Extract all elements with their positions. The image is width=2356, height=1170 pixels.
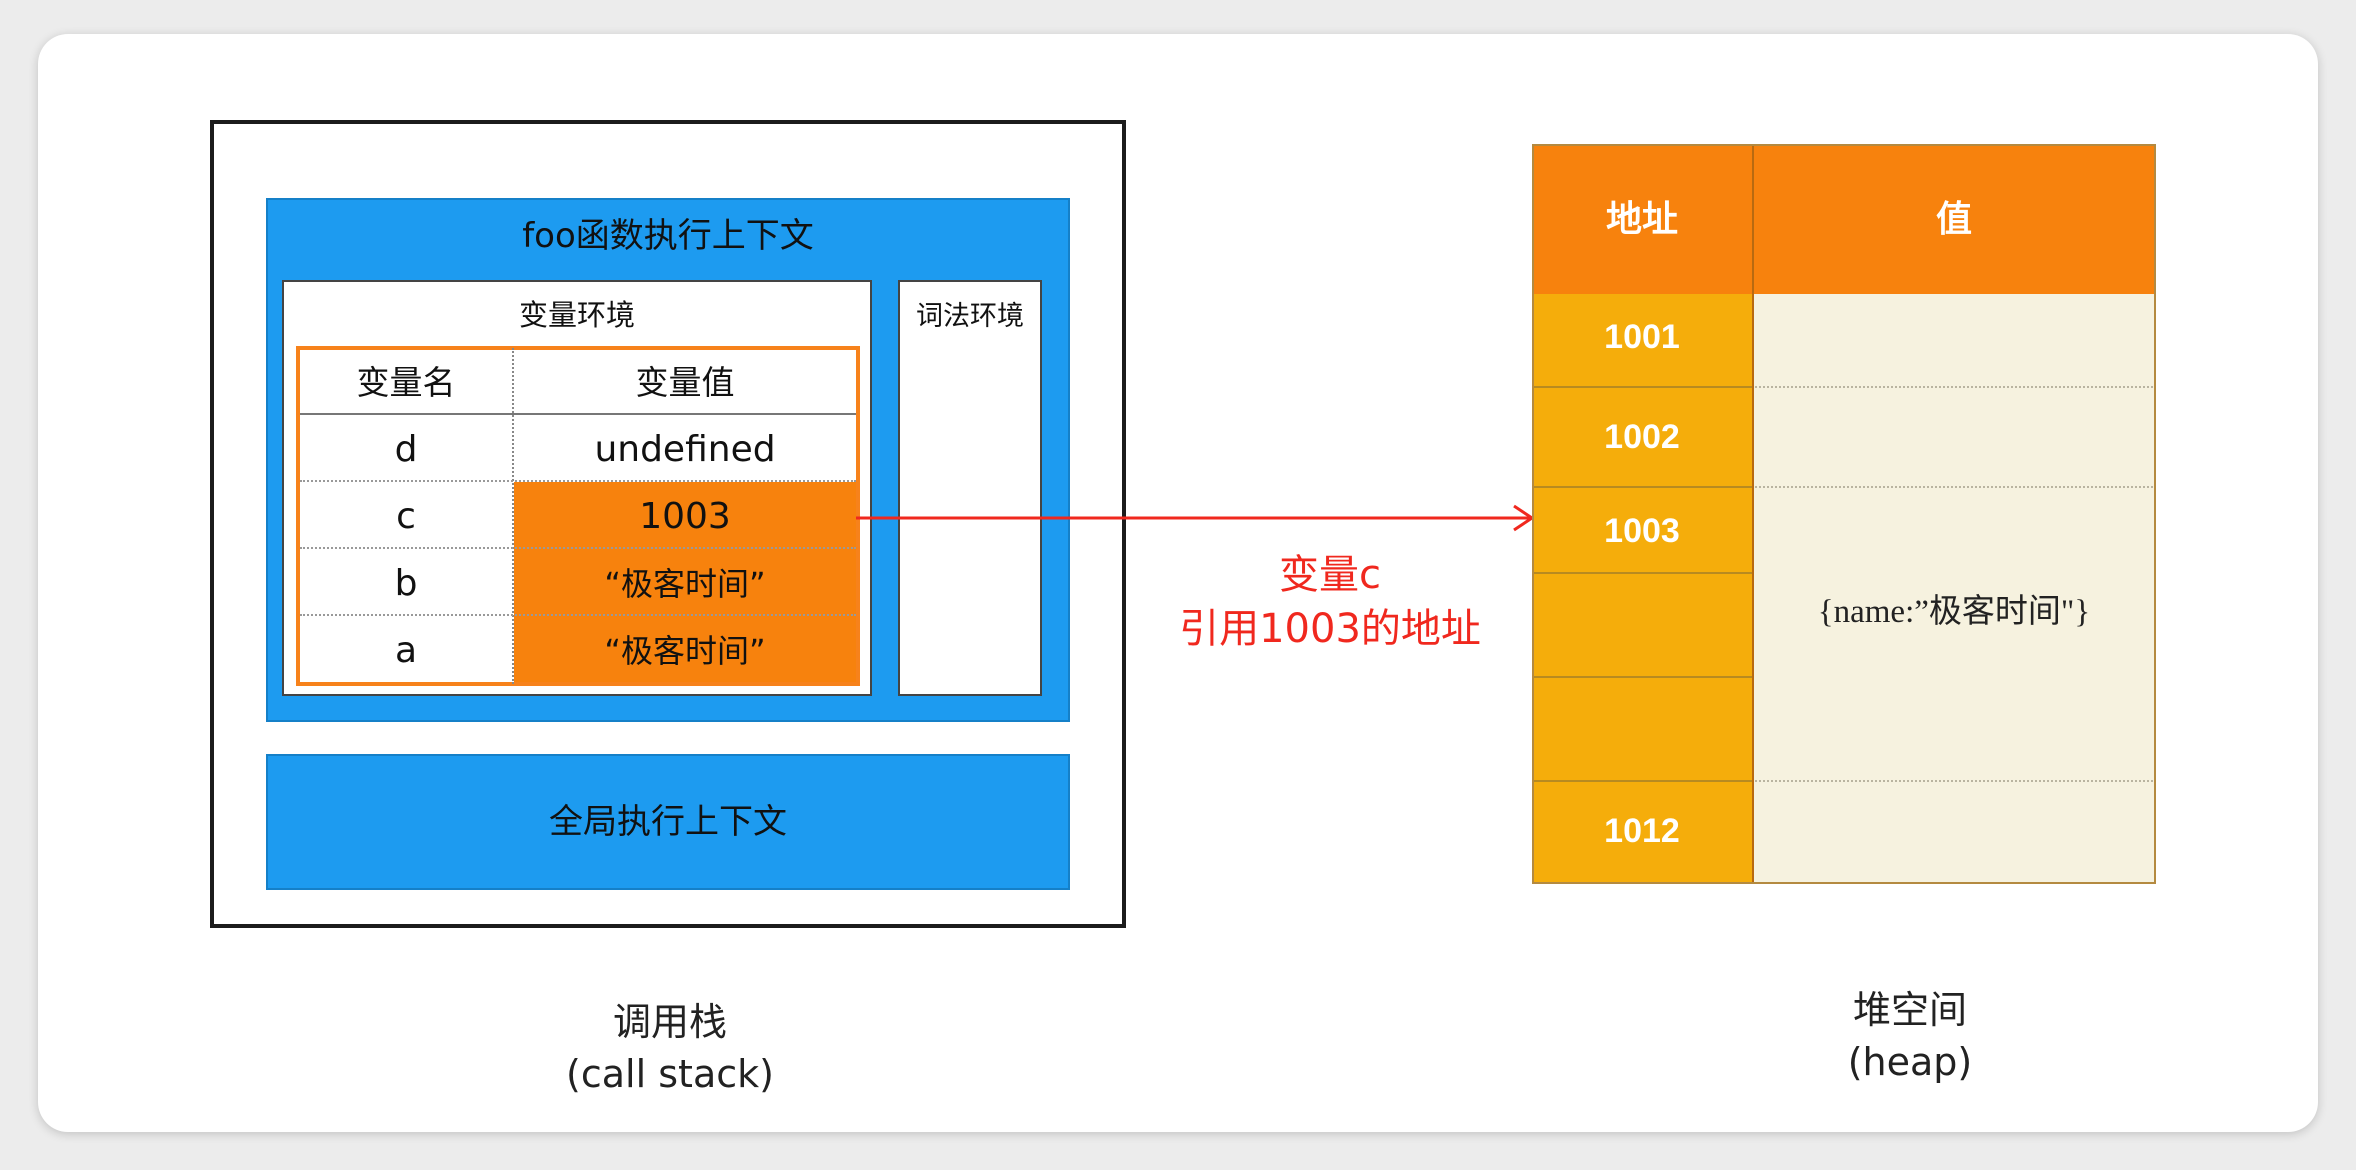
row-a-name: a (394, 630, 418, 671)
row-d-value: undefined (594, 429, 776, 470)
heap-label: 堆空间 (heap) (1750, 984, 2070, 1088)
foo-context-title: foo函数执行上下文 (522, 216, 814, 256)
call-stack-label-cn: 调用栈 (612, 1000, 727, 1044)
annotation-line-2: 引用1003的地址 (1179, 606, 1481, 652)
heap-address-1001: 1001 (1604, 318, 1680, 356)
header-variable-value: 变量值 (635, 363, 735, 402)
header-variable-name: 变量名 (356, 363, 456, 402)
row-b-value: “极客时间” (604, 565, 766, 603)
row-a-value: “极客时间” (604, 632, 766, 670)
lexical-environment (898, 280, 1042, 696)
header-divider (300, 413, 856, 415)
heap-address-1003: 1003 (1604, 512, 1680, 550)
call-stack-label: 调用栈 (call stack) (470, 996, 870, 1100)
heap-label-cn: 堆空间 (1852, 988, 1967, 1032)
lexical-environment-title: 词法环境 (916, 301, 1024, 332)
reference-annotation: 变量c 引用1003的地址 (1120, 548, 1540, 656)
heap-address-1002: 1002 (1604, 418, 1680, 456)
row-b-name: b (394, 563, 418, 604)
heap-object-value: {name:”极客时间"} (1817, 594, 2091, 630)
heap-address-1012: 1012 (1604, 812, 1680, 850)
row-c-value: 1003 (639, 496, 731, 537)
reference-arrow (856, 504, 1534, 532)
call-stack-label-en: (call stack) (566, 1052, 774, 1096)
row-c-name: c (396, 496, 416, 537)
annotation-line-1: 变量c (1279, 552, 1381, 598)
row-d-name: d (394, 429, 418, 470)
variable-environment-title: 变量环境 (518, 298, 635, 332)
heap-label-en: (heap) (1847, 1040, 1973, 1084)
global-context-title: 全局执行上下文 (549, 802, 787, 842)
